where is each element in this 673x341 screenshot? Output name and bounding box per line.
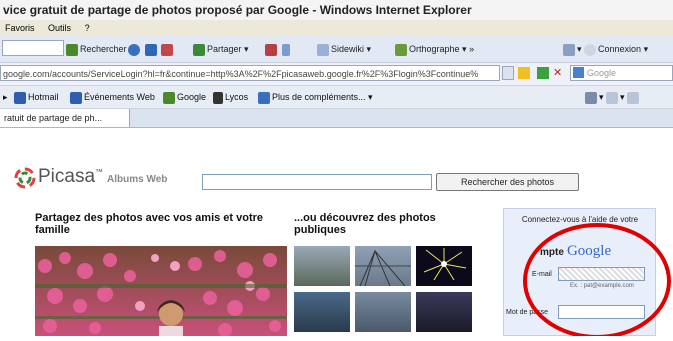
public-photos-grid	[294, 246, 476, 336]
picasa-search-input[interactable]	[202, 174, 432, 190]
favorite-events[interactable]: Événements Web	[70, 90, 155, 104]
wrench-icon	[563, 43, 575, 56]
gear-icon	[265, 43, 277, 56]
featured-photo[interactable]	[35, 246, 287, 336]
window-title: vice gratuit de partage de photos propos…	[0, 0, 673, 20]
share-heading: Partagez des photos avec vos amis et vot…	[35, 212, 264, 236]
lock-icon[interactable]	[518, 67, 530, 79]
sidewiki-icon	[317, 43, 329, 56]
home-icon	[585, 91, 597, 104]
events-icon	[70, 91, 82, 104]
menu-help[interactable]: ?	[85, 23, 90, 33]
menu-icon	[281, 43, 290, 56]
menu-outils[interactable]: Outils	[48, 23, 71, 33]
favorite-google[interactable]: Google	[163, 90, 206, 104]
tool-icon	[161, 43, 174, 56]
mail-icon	[627, 91, 640, 104]
favorite-hotmail[interactable]: Hotmail	[14, 90, 59, 104]
albums-web-label: Albums Web	[107, 174, 168, 185]
user-icon	[584, 43, 597, 56]
tab-picasa[interactable]: ratuit de partage de ph...	[0, 109, 130, 127]
ie-icon	[258, 91, 270, 104]
toolbar-search-field[interactable]	[2, 40, 64, 56]
globe-icon	[128, 43, 140, 56]
share-icon	[193, 43, 205, 56]
extra-buttons[interactable]	[265, 42, 292, 56]
feed-icon	[606, 91, 619, 104]
address-bar: google.com/accounts/ServiceLogin?hl=fr&c…	[0, 63, 673, 86]
refresh-icon[interactable]	[537, 67, 549, 79]
public-photo-pagoda[interactable]	[294, 246, 350, 286]
hotmail-icon	[14, 91, 26, 104]
search-box-google[interactable]: Google	[570, 65, 673, 81]
home-buttons[interactable]: ▾ ▾	[585, 90, 641, 104]
public-photo-bridge[interactable]	[355, 246, 411, 287]
favorite-addons[interactable]: Plus de compléments... ▾	[258, 90, 373, 104]
lycos-icon	[213, 91, 223, 104]
favorites-bar: ▸ Hotmail Événements Web Google Lycos Pl…	[0, 86, 673, 109]
share-button[interactable]: Partager ▾	[193, 42, 249, 56]
picasa-logo-icon	[13, 166, 37, 190]
discover-heading: ...ou découvrez des photos publiques	[294, 212, 436, 236]
search-icon	[66, 43, 78, 56]
url-field[interactable]: google.com/accounts/ServiceLogin?hl=fr&c…	[0, 65, 500, 81]
search-toolbar-button[interactable]: Rechercher ▾	[66, 42, 134, 56]
public-photo-6[interactable]	[416, 292, 472, 332]
menu-favoris[interactable]: Favoris	[5, 23, 35, 33]
highlight-circle	[519, 221, 673, 339]
google-icon	[573, 67, 584, 78]
favorite-lycos[interactable]: Lycos	[213, 90, 248, 104]
account-buttons[interactable]: ▾ Connexion ▾	[563, 42, 648, 56]
google-fav-icon	[163, 91, 175, 104]
bookmark-buttons[interactable]	[128, 42, 175, 56]
public-photo-5[interactable]	[355, 292, 411, 332]
menu-bar: Favoris Outils ?	[0, 20, 673, 36]
search-photos-button[interactable]: Rechercher des photos	[436, 173, 579, 191]
stop-icon[interactable]: ✕	[553, 67, 565, 79]
spellcheck-icon	[395, 43, 407, 56]
public-photo-4[interactable]	[294, 292, 350, 332]
url-dropdown-button[interactable]	[502, 66, 514, 80]
sidewiki-button[interactable]: Sidewiki ▾	[317, 42, 371, 56]
public-photo-fireworks[interactable]	[416, 246, 472, 286]
picasa-logo-text: Picasa™	[38, 166, 104, 187]
tab-bar: ratuit de partage de ph...	[0, 109, 673, 128]
spellcheck-button[interactable]: Orthographe ▾ »	[395, 42, 474, 56]
browser-toolbar: Rechercher ▾ Partager ▾ Sidewiki ▾ Ortho…	[0, 36, 673, 63]
plus-icon	[144, 43, 157, 56]
